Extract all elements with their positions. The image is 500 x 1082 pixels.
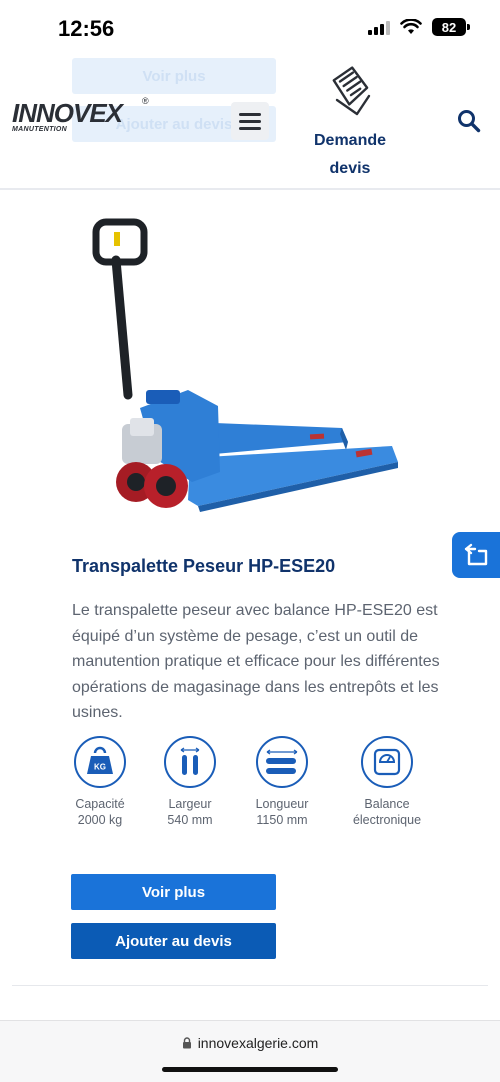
- hamburger-line: [239, 126, 261, 130]
- feature-width: Largeur 540 mm: [145, 736, 235, 828]
- devis-line-1: Demande: [313, 132, 387, 149]
- scale-icon: [373, 748, 401, 776]
- kg-weight-icon: KG: [87, 746, 113, 774]
- hamburger-line: [239, 119, 261, 123]
- demande-devis-link[interactable]: Demande devis: [300, 64, 400, 183]
- status-bar: 12:56 82: [0, 0, 500, 58]
- feature-icon-circle: [361, 736, 413, 788]
- share-arrow-icon: [464, 543, 488, 566]
- feature-label: Largeur 540 mm: [145, 796, 235, 828]
- feature-value: électronique: [352, 813, 422, 827]
- battery-icon: 82: [432, 18, 470, 36]
- feature-name: Longueur: [255, 797, 309, 811]
- cellular-signal-icon: [368, 19, 390, 35]
- feature-label: Balance électronique: [342, 796, 432, 828]
- status-time: 12:56: [58, 16, 115, 41]
- feature-name: Balance: [364, 797, 410, 811]
- logo-text: INNOVEX: [12, 98, 123, 128]
- feature-name: Capacité: [75, 797, 125, 811]
- feature-capacity: KG Capacité 2000 kg: [55, 736, 145, 828]
- floating-share-button[interactable]: [452, 532, 500, 578]
- logo-registered-mark: ®: [142, 96, 149, 106]
- quote-document-icon: [332, 66, 371, 116]
- fork-width-icon: [180, 747, 200, 775]
- feature-value: 1150 mm: [256, 813, 308, 827]
- feature-name: Largeur: [168, 797, 212, 811]
- browser-url-bar[interactable]: innovexalgerie.com: [0, 1020, 500, 1082]
- fork-length-icon: [266, 749, 298, 774]
- home-indicator[interactable]: [162, 1067, 338, 1072]
- pallet-truck-image[interactable]: [80, 210, 420, 530]
- feature-icon-circle: KG: [74, 736, 126, 788]
- url-text: innovexalgerie.com: [197, 1035, 319, 1051]
- handle: [92, 218, 148, 400]
- feature-label: Longueur 1150 mm: [237, 796, 327, 828]
- lock-icon: [182, 1037, 191, 1049]
- feature-icon-circle: [164, 736, 216, 788]
- innovex-logo[interactable]: INNOVEX MANUTENTION ®: [12, 96, 152, 146]
- devis-line-2: devis: [329, 160, 371, 177]
- kg-badge-text: KG: [94, 763, 106, 772]
- feature-icon-circle: [256, 736, 308, 788]
- feature-value: 540 mm: [167, 813, 213, 827]
- site-header: Voir plus Ajouter au devis INNOVEX MANUT…: [0, 58, 500, 190]
- hamburger-line: [239, 112, 261, 116]
- divider: [12, 985, 488, 986]
- ajouter-au-devis-button[interactable]: Ajouter au devis: [71, 923, 276, 959]
- url-display[interactable]: innovexalgerie.com: [0, 1035, 500, 1051]
- feature-list: KG Capacité 2000 kg Largeur 540 mm Longu…: [62, 736, 442, 832]
- demande-devis-label: Demande devis: [300, 127, 400, 183]
- voir-plus-button[interactable]: Voir plus: [71, 874, 276, 910]
- feature-value: 2000 kg: [77, 813, 123, 827]
- hamburger-menu-button[interactable]: [231, 102, 269, 140]
- ghost-voir-plus-button: Voir plus: [72, 58, 276, 94]
- product-description: Le transpalette peseur avec balance HP-E…: [72, 602, 440, 721]
- product-title[interactable]: Transpalette Peseur HP-ESE20: [72, 556, 335, 577]
- status-icons: 82: [368, 18, 470, 36]
- feature-length: Longueur 1150 mm: [237, 736, 327, 828]
- search-icon[interactable]: [456, 108, 482, 134]
- wifi-icon: [400, 19, 422, 34]
- feature-label: Capacité 2000 kg: [55, 796, 145, 828]
- feature-scale: Balance électronique: [342, 736, 432, 828]
